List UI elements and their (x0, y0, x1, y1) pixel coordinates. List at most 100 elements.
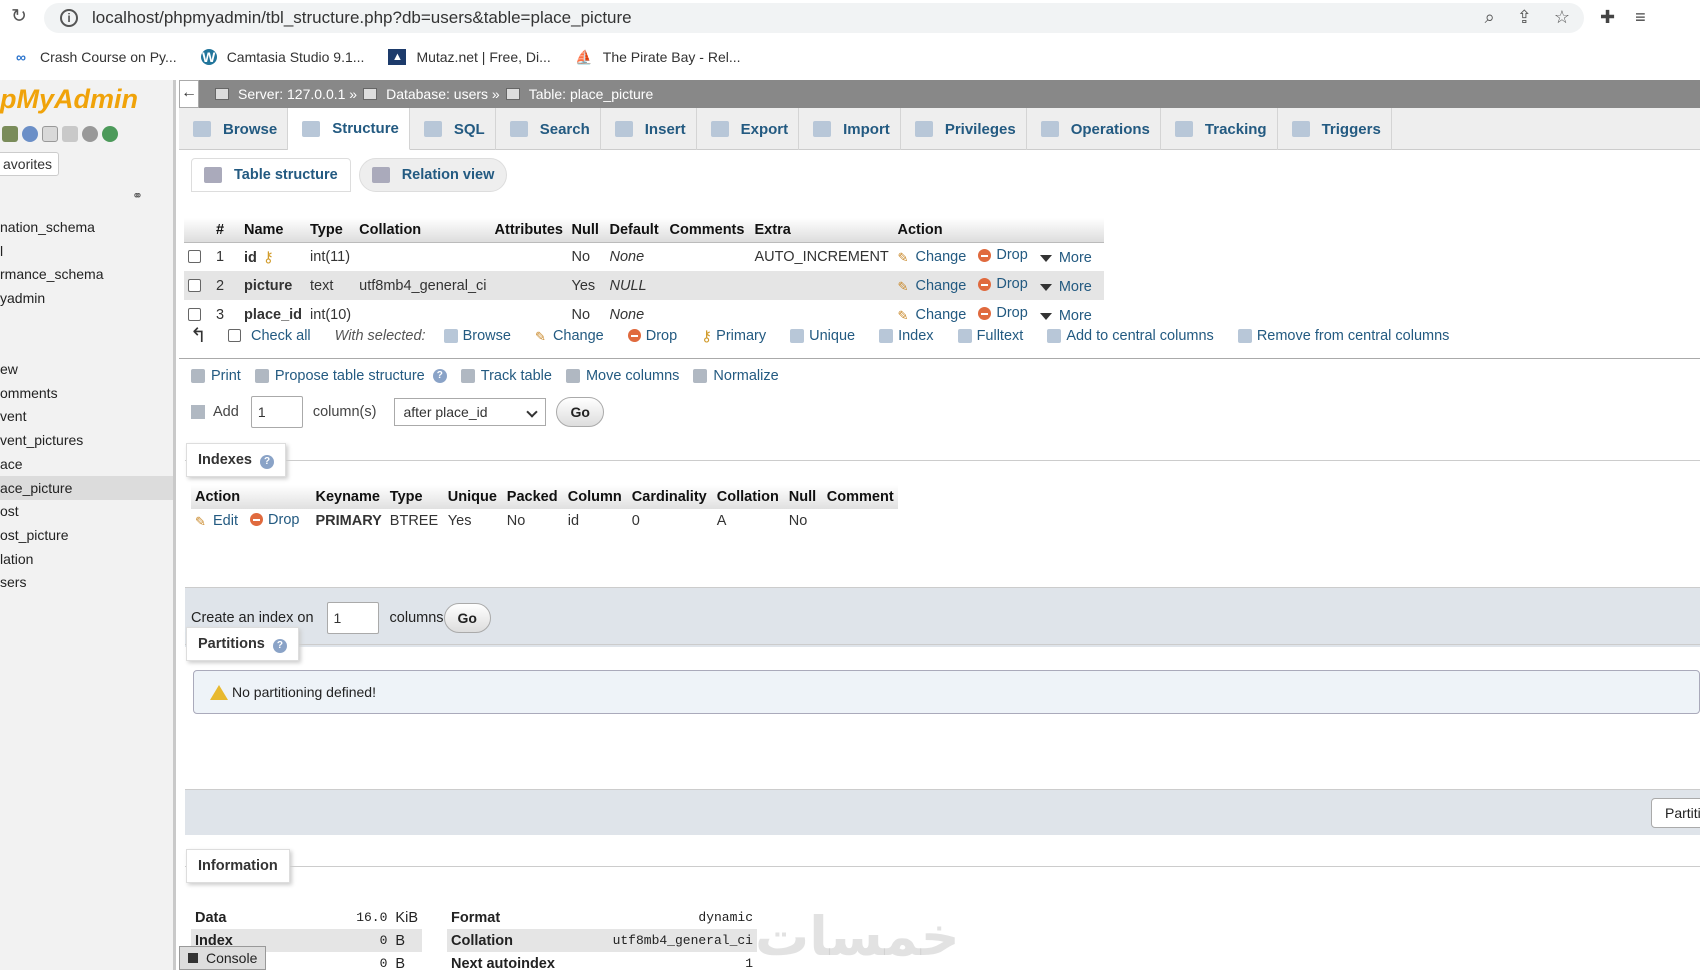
tab-export[interactable]: Export (697, 108, 800, 150)
sidebar-table-item[interactable]: ace (0, 452, 173, 476)
row-checkbox[interactable] (188, 308, 201, 322)
tab-tracking[interactable]: Tracking (1161, 108, 1278, 150)
edit-index-button[interactable]: ✎ Edit (195, 513, 238, 529)
link-icon[interactable]: ⚭ (132, 188, 143, 204)
settings-icon[interactable] (82, 126, 98, 142)
drop-icon (978, 306, 992, 320)
change-button[interactable]: ✎ Change (898, 307, 967, 323)
sidebar-table-item-active[interactable]: ace_picture (0, 476, 173, 500)
bookmark-camtasia[interactable]: W Camtasia Studio 9.1... (200, 49, 364, 65)
normalize-link[interactable]: Normalize (693, 368, 779, 384)
sidebar-table-item[interactable]: omments (0, 381, 173, 405)
docs-help-icon[interactable] (62, 126, 78, 142)
sidebar-table-item[interactable]: ost (0, 499, 173, 523)
col-header[interactable]: Name (240, 218, 307, 243)
site-info-icon[interactable]: i (60, 9, 78, 27)
bookmark-mutaz[interactable]: ▲ Mutaz.net | Free, Di... (388, 49, 551, 65)
breadcrumb-table[interactable]: Table: place_picture (529, 86, 654, 102)
drop-icon (978, 248, 992, 262)
propose-structure-link[interactable]: Propose table structure? (254, 368, 447, 384)
zoom-icon[interactable]: ⌕ (1485, 7, 1495, 28)
sidebar-db-item[interactable]: nation_schema (0, 215, 173, 239)
tab-operations[interactable]: Operations (1027, 108, 1161, 150)
sidebar-table-item[interactable]: vent_pictures (0, 428, 173, 452)
help-icon[interactable]: ? (272, 639, 287, 653)
help-icon[interactable]: ? (260, 455, 274, 469)
partition-table-button[interactable]: Partiti (1651, 798, 1700, 828)
change-button[interactable]: ✎ Change (898, 249, 967, 265)
favorites-tab[interactable]: avorites (0, 152, 60, 176)
col-header: Collation (712, 485, 785, 509)
bookmark-star-icon[interactable]: ☆ (1554, 7, 1570, 28)
logout-icon[interactable] (22, 126, 38, 142)
row-checkbox[interactable] (188, 279, 201, 293)
breadcrumb-server[interactable]: Server: 127.0.0.1 » (238, 86, 357, 102)
extensions-icon[interactable]: ✚ (1600, 7, 1615, 28)
add-columns-go-button[interactable]: Go (556, 397, 604, 427)
subtab-relation-view[interactable]: Relation view (358, 158, 508, 192)
tab-browse[interactable]: Browse (179, 108, 289, 150)
tab-search[interactable]: Search (496, 108, 601, 150)
sidebar-table-item[interactable]: sers (0, 570, 173, 594)
sidebar-table-item[interactable]: vent (0, 404, 173, 428)
bulk-fulltext-button[interactable]: Fulltext (957, 328, 1023, 344)
bookmark-coursera[interactable]: ∞ Crash Course on Py... (12, 49, 177, 65)
drop-button[interactable]: Drop (978, 247, 1028, 263)
sidebar-db-item[interactable]: l (0, 239, 173, 263)
sidebar-table-item[interactable]: ost_picture (0, 523, 173, 547)
sidebar-db-item[interactable]: yadmin (0, 286, 173, 310)
phpmyadmin-logo[interactable]: pMyAdmin (0, 84, 138, 115)
row-checkbox[interactable] (188, 250, 201, 264)
add-column-count-input[interactable]: 1 (250, 396, 303, 428)
breadcrumb-database[interactable]: Database: users » (386, 86, 500, 102)
tab-structure[interactable]: Structure (288, 108, 410, 150)
sidebar-db-item[interactable]: rmance_schema (0, 262, 173, 286)
change-button[interactable]: ✎ Change (898, 278, 967, 294)
tab-import[interactable]: Import (799, 108, 901, 150)
bulk-primary-button[interactable]: ⚷ Primary (701, 327, 766, 345)
column-position-select[interactable]: after place_id (394, 398, 547, 426)
bulk-change-button[interactable]: ✎ Change (535, 328, 604, 344)
reload-icon[interactable]: ↻ (8, 6, 30, 28)
tab-privileges[interactable]: Privileges (901, 108, 1027, 150)
move-columns-link[interactable]: Move columns (565, 368, 679, 384)
print-link[interactable]: Print (191, 368, 241, 384)
more-button[interactable]: More (1039, 279, 1092, 295)
tab-sql[interactable]: SQL (410, 108, 496, 150)
information-legend[interactable]: Information (186, 849, 290, 883)
collapse-sidebar-button[interactable]: ← (179, 80, 199, 108)
create-index-go-button[interactable]: Go (443, 603, 491, 633)
bulk-index-button[interactable]: Index (879, 328, 934, 344)
add-central-columns-button[interactable]: Add to central columns (1047, 328, 1214, 344)
check-all-checkbox[interactable]: Check all (228, 328, 311, 344)
create-index-count-input[interactable]: 1 (326, 602, 379, 634)
reading-list-icon[interactable]: ≡ (1635, 7, 1646, 28)
refresh-icon[interactable] (102, 126, 118, 142)
drop-button[interactable]: Drop (978, 305, 1028, 321)
sidebar-table-item[interactable]: ew (0, 357, 173, 381)
tab-triggers[interactable]: Triggers (1278, 108, 1392, 150)
more-button[interactable]: More (1039, 250, 1092, 266)
indexes-legend[interactable]: Indexes? (186, 443, 286, 477)
help-icon[interactable]: ? (432, 369, 447, 383)
bulk-browse-button[interactable]: Browse (443, 328, 511, 344)
partitions-legend[interactable]: Partitions? (186, 627, 299, 661)
drop-button[interactable]: Drop (978, 276, 1028, 292)
sidebar-table-item[interactable]: lation (0, 547, 173, 571)
drop-index-button[interactable]: Drop (250, 512, 299, 528)
address-bar[interactable]: i localhost/phpmyadmin/tbl_structure.php… (44, 3, 1584, 33)
bulk-unique-button[interactable]: Unique (790, 328, 855, 344)
bulk-drop-button[interactable]: Drop (627, 328, 677, 344)
tab-insert[interactable]: Insert (601, 108, 697, 150)
share-icon[interactable]: ⇪ (1517, 7, 1532, 28)
track-table-link[interactable]: Track table (460, 368, 552, 384)
bookmark-piratebay[interactable]: ⛵ The Pirate Bay - Rel... (575, 49, 740, 65)
more-button[interactable]: More (1039, 308, 1092, 324)
home-icon[interactable] (2, 126, 18, 142)
partition-actions-bar: Partiti (185, 789, 1700, 835)
console-toggle[interactable]: Console (179, 946, 267, 970)
column-name: place_id (244, 306, 303, 323)
docs-icon[interactable] (42, 126, 58, 142)
subtab-table-structure[interactable]: Table structure (191, 158, 351, 192)
remove-central-columns-button[interactable]: Remove from central columns (1237, 328, 1449, 344)
